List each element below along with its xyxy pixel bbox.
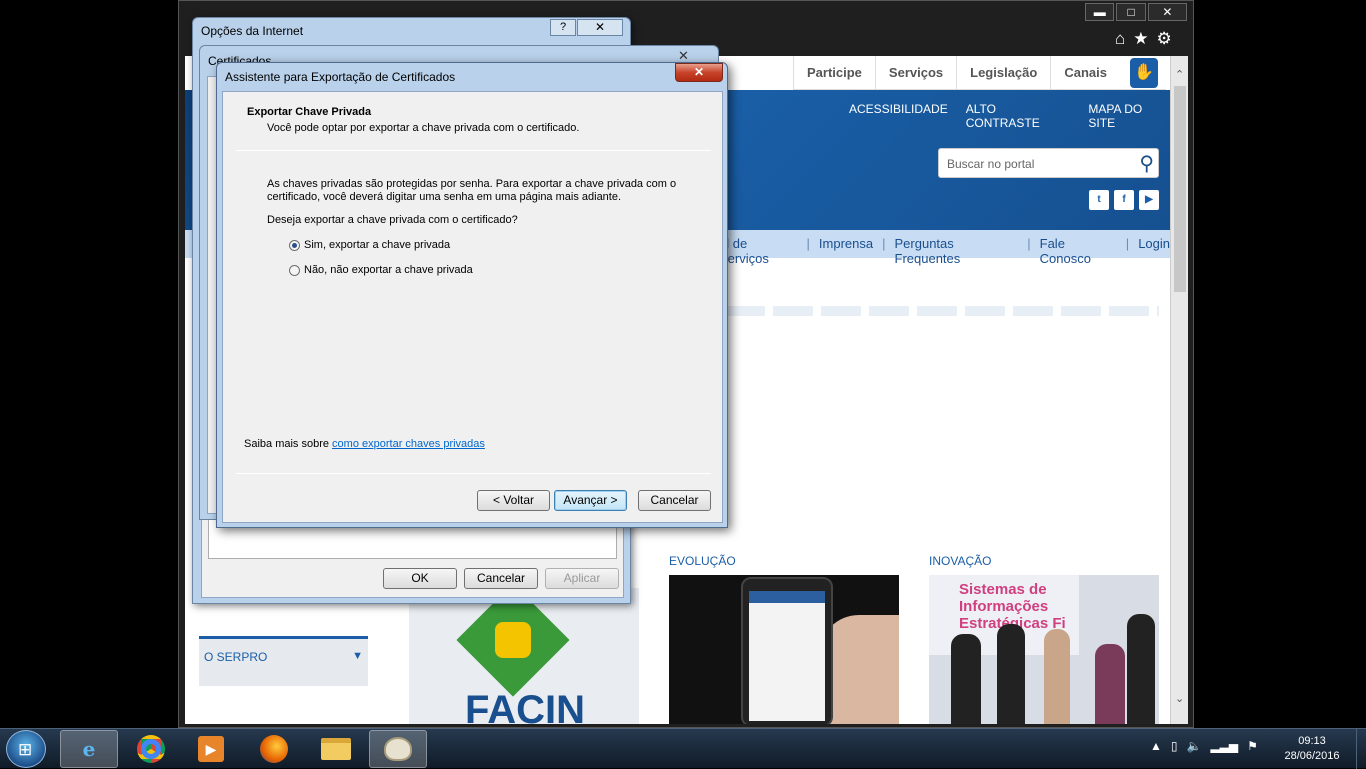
internet-explorer-icon[interactable]: e [60,730,118,768]
close-button[interactable]: ✕ [1147,3,1187,21]
divider [236,473,711,474]
windows-logo-icon: ⊞ [18,740,33,759]
evolucao-image[interactable] [669,575,899,724]
home-icon[interactable]: ⌂ [1115,29,1125,51]
wizard-question: Deseja exportar a chave privada com o ce… [267,214,518,226]
star-icon[interactable]: ★ [1133,29,1148,51]
network-adapter-icon[interactable]: ▯ [1171,739,1178,753]
radio-unselected-icon[interactable] [289,264,300,276]
explorer-folder-icon[interactable] [307,730,365,768]
nav-canais[interactable]: Canais [1050,56,1120,89]
facin-banner[interactable]: FACIN [409,588,639,724]
window-controls: ▬ □ ✕ [1085,3,1189,23]
apply-button: Aplicar [545,568,619,589]
scrollbar[interactable]: ⌃ ⌄ [1170,56,1188,724]
scroll-thumb[interactable] [1174,86,1186,292]
radio-export-yes[interactable]: Sim, exportar a chave privada [289,239,450,251]
nav-login[interactable]: Login [1138,236,1170,266]
cancel-button[interactable]: Cancelar [464,568,538,589]
social-links: t f ▶ [1089,190,1159,210]
top-nav: Participe Serviços Legislação Canais [793,56,1166,90]
next-button[interactable]: Avançar > [554,490,627,511]
radio-export-no[interactable]: Não, não exportar a chave privada [289,264,473,276]
divider [236,150,711,151]
export-wizard-dialog: Assistente para Exportação de Certificad… [216,62,728,528]
search-icon[interactable]: ⚲ [1139,151,1154,176]
clock-date: 28/06/2016 [1284,750,1340,762]
nav-legislacao[interactable]: Legislação [956,56,1050,89]
close-button[interactable]: ✕ [577,19,623,36]
wizard-subheading: Você pode optar por exportar a chave pri… [267,122,580,134]
ok-button[interactable]: OK [383,568,457,589]
twitter-icon[interactable]: t [1089,190,1109,210]
close-button[interactable]: ✕ [675,63,723,82]
wizard-header: Exportar Chave Privada Você pode optar p… [247,106,579,134]
nav-servicos[interactable]: Serviços [874,56,956,89]
firefox-icon[interactable] [245,730,303,768]
facebook-icon[interactable]: f [1114,190,1134,210]
learn-more: Saiba mais sobre como exportar chaves pr… [244,438,485,450]
link-mapa-do-site[interactable]: MAPA DO SITE [1088,102,1170,130]
serpro-dropdown[interactable]: O SERPRO ▼ [199,636,368,686]
nav-canal-de-servicos[interactable]: al de Serviços [719,236,798,266]
wizard-info-text: As chaves privadas são protegidas por se… [267,178,677,203]
search-placeholder: Buscar no portal [947,157,1035,171]
phone-shape [741,577,833,724]
system-tray: ▲ ▯ 🔈 ▂▃▅ ⚑ [1150,739,1258,753]
search-input[interactable]: Buscar no portal ⚲ [938,148,1159,178]
clock[interactable]: 09:13 28/06/2016 [1278,734,1346,764]
clock-time: 09:13 [1298,735,1326,747]
volume-muted-icon[interactable]: 🔈 [1187,739,1202,753]
learn-more-link[interactable]: como exportar chaves privadas [332,438,485,450]
serpro-label: O SERPRO [204,650,268,664]
paint-icon[interactable] [369,730,427,768]
chrome-icon[interactable] [122,730,180,768]
nav-perguntas-frequentes[interactable]: Perguntas Frequentes [895,236,1019,266]
link-acessibilidade[interactable]: ACESSIBILIDADE [849,102,948,130]
back-button[interactable]: < Voltar [477,490,550,511]
sub-nav: al de Serviços | Imprensa | Perguntas Freq… [719,236,1170,266]
start-button[interactable]: ⊞ [6,730,46,768]
sign-language-icon[interactable]: ✋ [1130,58,1158,88]
dialog-title: Assistente para Exportação de Certificad… [225,70,456,84]
show-hidden-icons-icon[interactable]: ▲ [1150,739,1162,753]
inovacao-image[interactable]: Sistemas de Informações Estratégicas Fi [929,575,1159,724]
link-alto-contraste[interactable]: ALTO CONTRASTE [966,102,1071,130]
dialog-title: Opções da Internet [201,24,304,38]
radio-label: Não, não exportar a chave privada [304,264,473,276]
nav-imprensa[interactable]: Imprensa [819,236,873,266]
youtube-icon[interactable]: ▶ [1139,190,1159,210]
section-title-inovacao: INOVAÇÃO [929,554,992,568]
facin-logo-inner [495,622,531,658]
nav-fale-conosco[interactable]: Fale Conosco [1040,236,1117,266]
minimize-button[interactable]: ▬ [1085,3,1115,21]
section-title-evolucao: EVOLUÇÃO [669,554,736,568]
show-desktop-button[interactable] [1356,729,1366,769]
action-center-icon[interactable]: ⚑ [1247,739,1258,753]
radio-label: Sim, exportar a chave privada [304,239,451,251]
nav-participe[interactable]: Participe [793,56,875,89]
cancel-button[interactable]: Cancelar [638,490,711,511]
chevron-down-icon: ▼ [352,650,363,662]
gear-icon[interactable]: ⚙ [1157,29,1172,51]
wizard-heading: Exportar Chave Privada [247,106,372,118]
facin-label: FACIN [465,688,585,724]
learn-more-prefix: Saiba mais sobre [244,438,333,450]
media-player-icon[interactable]: ▶ [182,730,240,768]
maximize-button[interactable]: □ [1116,3,1146,21]
scroll-down-icon[interactable]: ⌄ [1175,692,1184,705]
banner-links: ACESSIBILIDADE ALTO CONTRASTE MAPA DO SI… [849,102,1170,130]
taskbar: ⊞ e ▶ ▲ ▯ 🔈 ▂▃▅ ⚑ 09:13 28/06/2016 [0,728,1366,769]
carousel-strip [725,306,1159,316]
wizard-body: Exportar Chave Privada Você pode optar p… [222,91,723,523]
radio-selected-icon[interactable] [289,239,300,251]
signal-icon[interactable]: ▂▃▅ [1210,739,1238,753]
scroll-up-icon[interactable]: ⌃ [1175,68,1184,81]
help-button[interactable]: ? [550,19,576,36]
phone-screen [749,591,825,721]
browser-toolbar: ⌂ ★ ⚙ [1115,29,1195,51]
